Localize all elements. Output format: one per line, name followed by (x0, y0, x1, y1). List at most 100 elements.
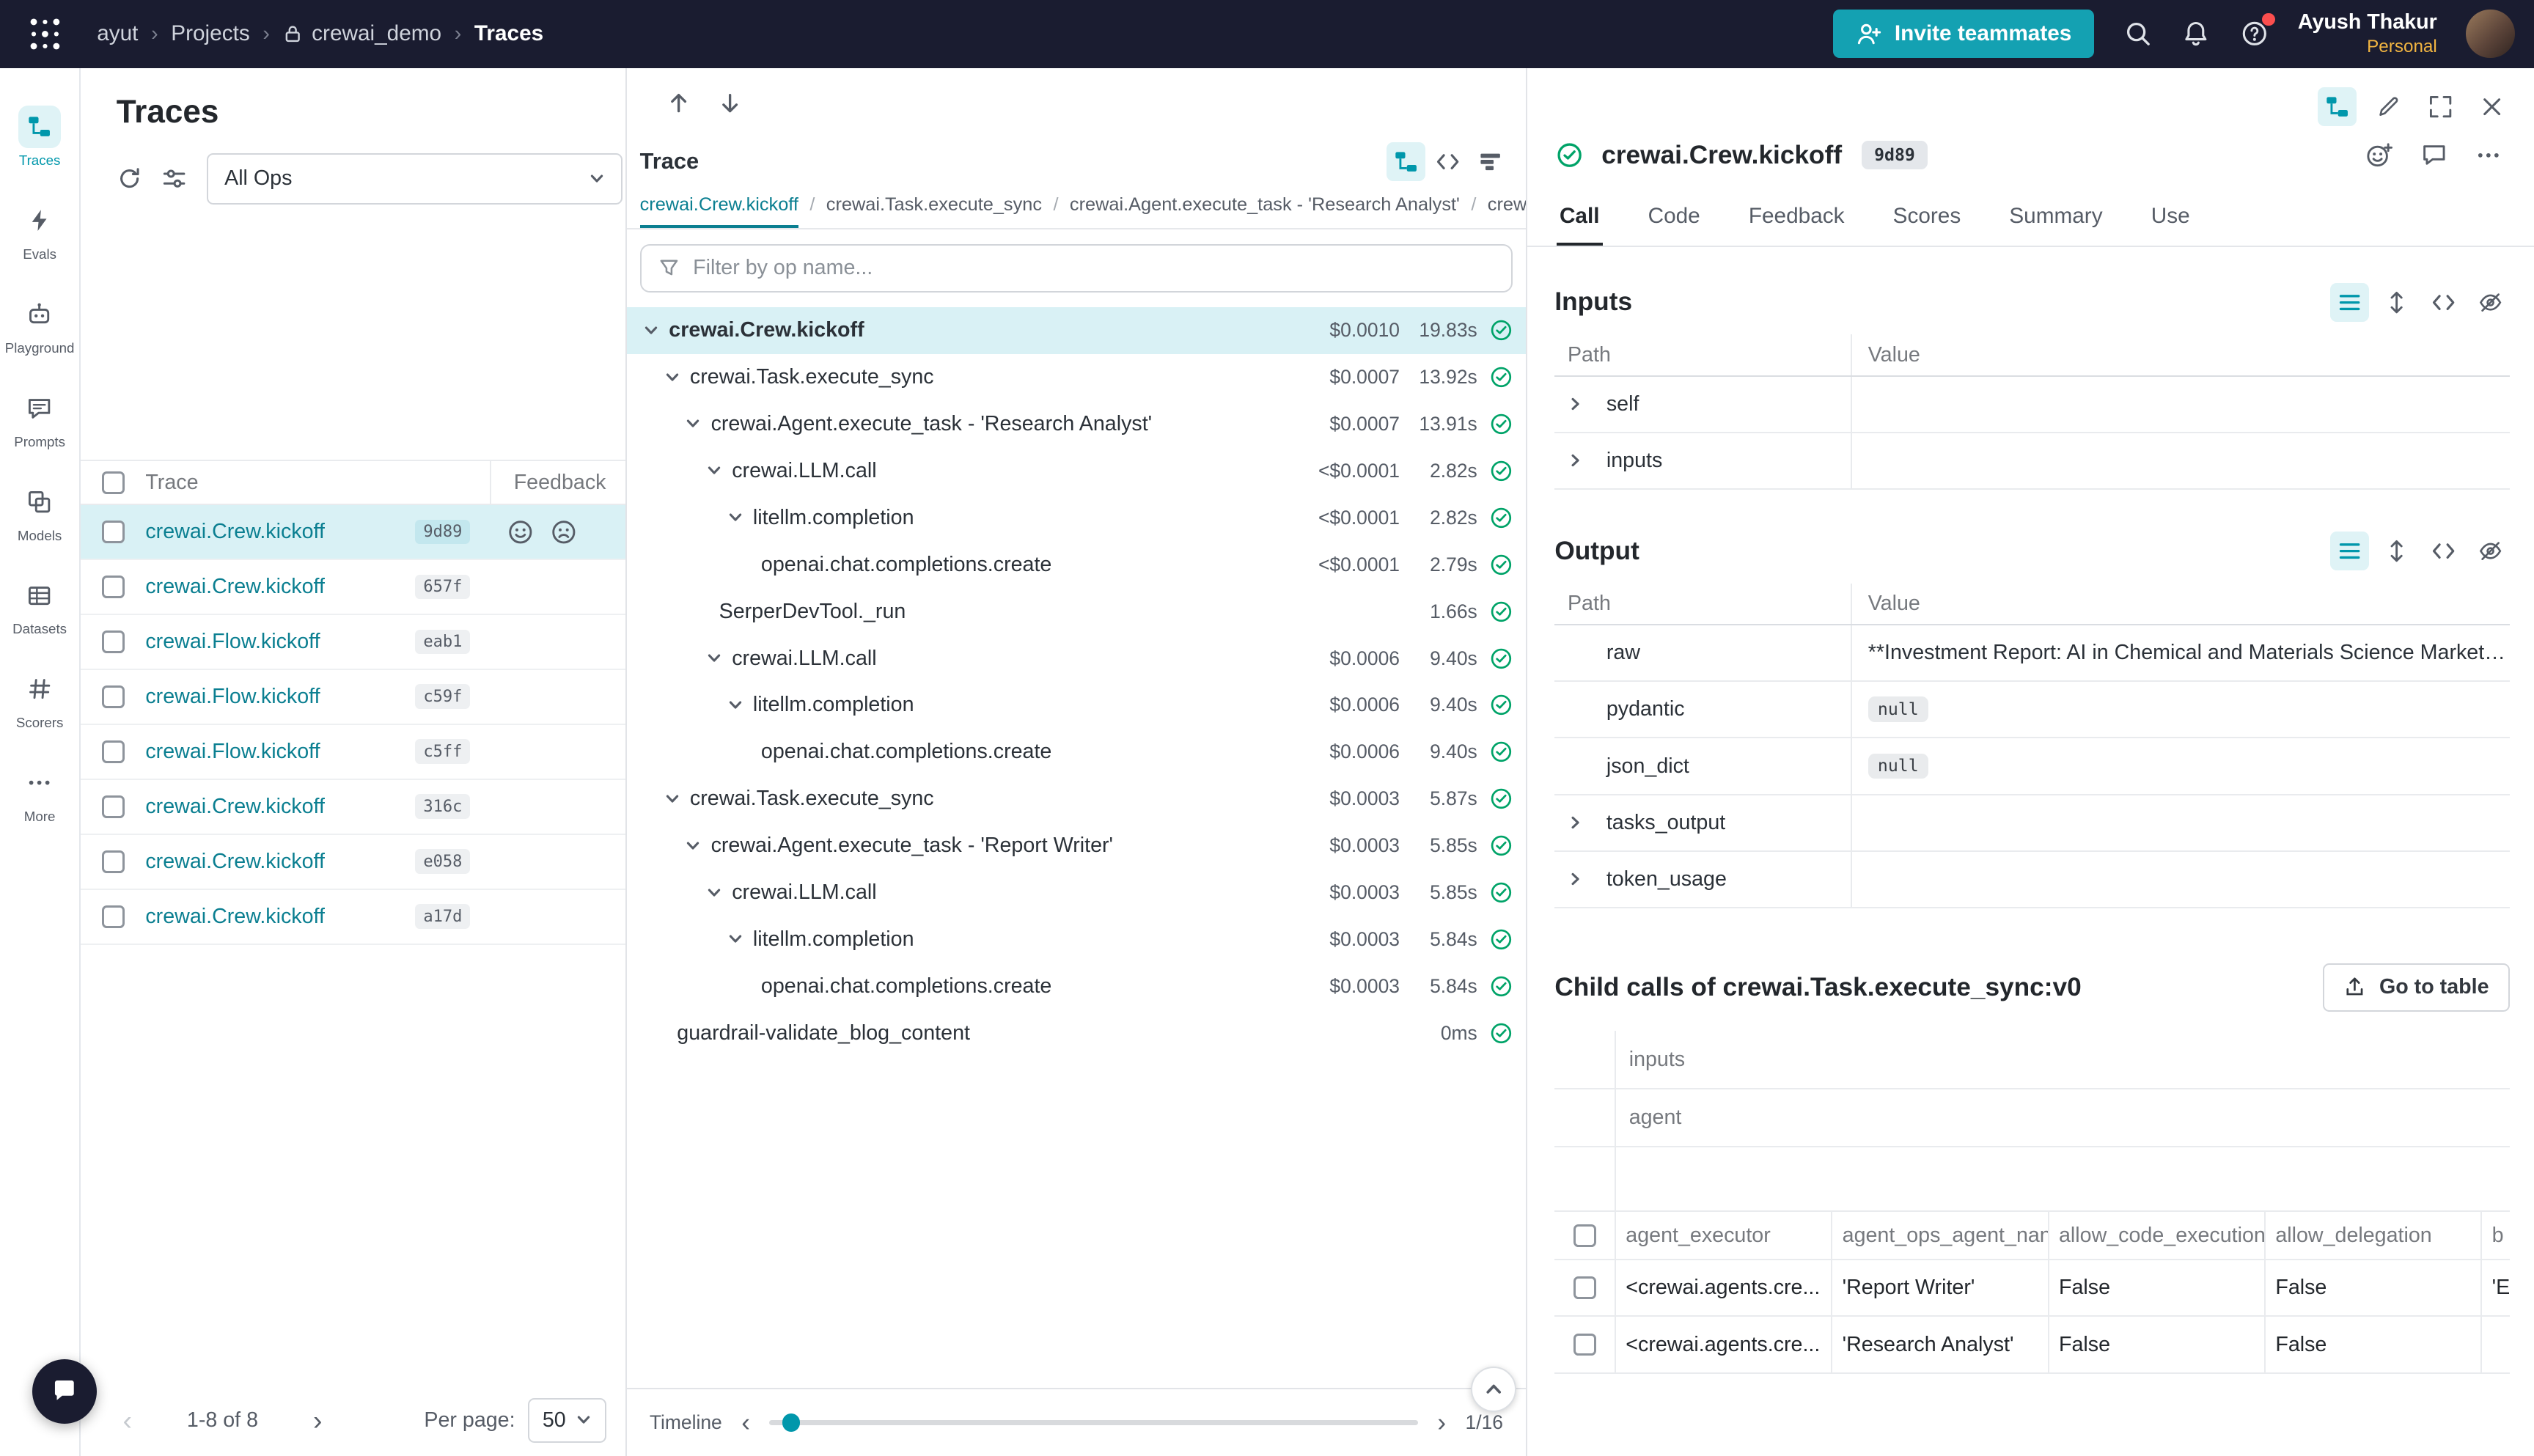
trace-tree-row[interactable]: litellm.completion <$0.0001 2.82s (627, 494, 1526, 541)
fullscreen-icon[interactable] (2421, 87, 2460, 126)
trace-tree-row[interactable]: openai.chat.completions.create $0.0006 9… (627, 729, 1526, 776)
detail-tab[interactable]: Call (1557, 191, 1603, 246)
select-all-checkbox[interactable] (1573, 1224, 1596, 1247)
prev-call-icon[interactable] (659, 84, 698, 123)
row-checkbox[interactable] (1573, 1334, 1596, 1356)
trace-tree-row[interactable]: crewai.Crew.kickoff $0.0010 19.83s (627, 307, 1526, 354)
output-row[interactable]: tasks_output (1554, 795, 2510, 852)
trace-tree-row[interactable]: guardrail-validate_blog_content 0ms (627, 1010, 1526, 1056)
trace-tree-row[interactable]: crewai.LLM.call <$0.0001 2.82s (627, 447, 1526, 494)
split-view-icon[interactable] (2318, 87, 2357, 126)
trace-name-link[interactable]: crewai.Crew.kickoff (145, 575, 415, 599)
trace-name-link[interactable]: crewai.Flow.kickoff (145, 740, 415, 764)
rail-item-traces[interactable]: Traces (2, 90, 76, 184)
trace-row[interactable]: crewai.Flow.kickoff c5ff (81, 725, 625, 780)
chevron-right-icon[interactable] (1568, 871, 1584, 887)
chevron-down-icon[interactable] (664, 369, 680, 386)
breadcrumb-traces[interactable]: Traces (474, 21, 543, 46)
breadcrumb-entity[interactable]: ayut (97, 21, 138, 46)
column-header[interactable]: allow_delegation (2266, 1212, 2482, 1259)
prev-page-icon[interactable]: ‹ (110, 1405, 145, 1436)
chevron-down-icon[interactable] (706, 650, 722, 666)
column-header[interactable]: b (2482, 1212, 2510, 1259)
edit-pencil-icon[interactable] (2369, 87, 2408, 126)
row-checkbox[interactable] (102, 630, 125, 653)
chevron-right-icon[interactable] (1568, 396, 1584, 412)
detail-tab[interactable]: Feedback (1745, 191, 1847, 246)
code-view-icon[interactable] (1429, 142, 1468, 181)
input-row[interactable]: self (1554, 377, 2510, 433)
add-reaction-icon[interactable] (2359, 136, 2398, 174)
code-view-icon[interactable] (2424, 532, 2463, 570)
ops-filter-select[interactable]: All Ops (207, 153, 623, 205)
row-checkbox[interactable] (1573, 1276, 1596, 1299)
timeline-slider[interactable] (769, 1420, 1418, 1425)
chevron-down-icon[interactable] (706, 463, 722, 479)
filter-settings-icon[interactable] (161, 166, 187, 191)
trace-tree-row[interactable]: openai.chat.completions.create <$0.0001 … (627, 541, 1526, 588)
close-icon[interactable] (2472, 87, 2511, 126)
expand-rows-icon[interactable] (2377, 532, 2416, 570)
list-view-icon[interactable] (2330, 532, 2369, 570)
trace-name-link[interactable]: crewai.Crew.kickoff (145, 905, 415, 929)
expand-rows-icon[interactable] (2377, 283, 2416, 322)
trace-row[interactable]: crewai.Crew.kickoff a17d (81, 890, 625, 945)
breadcrumb-projects[interactable]: Projects (171, 21, 249, 46)
comment-icon[interactable] (2414, 136, 2453, 174)
trace-breadcrumb-item[interactable]: crewai.Task.execute_sync (798, 184, 1042, 228)
code-view-icon[interactable] (2424, 283, 2463, 322)
trace-row[interactable]: crewai.Flow.kickoff eab1 (81, 615, 625, 670)
output-row[interactable]: json_dict null (1554, 738, 2510, 795)
trace-row[interactable]: crewai.Crew.kickoff 9d89 (81, 505, 625, 560)
tree-view-icon[interactable] (1387, 142, 1425, 181)
column-header[interactable]: agent_executor (1616, 1212, 1832, 1259)
op-filter-input[interactable] (693, 256, 1495, 280)
trace-tree-row[interactable]: litellm.completion $0.0003 5.84s (627, 916, 1526, 963)
hide-values-eye-icon[interactable] (2471, 532, 2510, 570)
breadcrumb-project[interactable]: crewai_demo (283, 21, 442, 46)
rail-item-more[interactable]: More (2, 746, 76, 840)
call-id-badge[interactable]: 9d89 (1862, 141, 1928, 169)
detail-tab[interactable]: Summary (2006, 191, 2106, 246)
trace-tree-row[interactable]: crewai.Task.execute_sync $0.0007 13.92s (627, 354, 1526, 401)
detail-tab[interactable]: Code (1645, 191, 1703, 246)
output-row[interactable]: raw **Investment Report: AI in Chemical … (1554, 625, 2510, 682)
list-view-icon[interactable] (2330, 283, 2369, 322)
chevron-right-icon[interactable] (1568, 815, 1584, 831)
trace-tree-row[interactable]: crewai.Agent.execute_task - 'Report Writ… (627, 823, 1526, 869)
chevron-down-icon[interactable] (685, 416, 701, 432)
row-checkbox[interactable] (102, 905, 125, 928)
child-call-row[interactable]: <crewai.agents.cre... 'Report Writer' Fa… (1554, 1260, 2510, 1317)
avatar[interactable] (2466, 10, 2514, 58)
row-checkbox[interactable] (102, 740, 125, 763)
chevron-right-icon[interactable] (1568, 452, 1584, 468)
chevron-down-icon[interactable] (706, 885, 722, 901)
rail-item-playground[interactable]: Playground (2, 278, 76, 372)
rail-item-datasets[interactable]: Datasets (2, 559, 76, 653)
trace-name-link[interactable]: crewai.Crew.kickoff (145, 850, 415, 874)
hide-values-eye-icon[interactable] (2471, 283, 2510, 322)
collapse-timeline-button[interactable] (1471, 1367, 1516, 1412)
chevron-down-icon[interactable] (727, 931, 743, 947)
user-menu[interactable]: Ayush Thakur Personal (2298, 10, 2437, 58)
output-row[interactable]: token_usage (1554, 852, 2510, 908)
row-checkbox[interactable] (102, 685, 125, 708)
chevron-down-icon[interactable] (643, 323, 659, 339)
rail-item-scorers[interactable]: Scorers (2, 652, 76, 746)
row-checkbox[interactable] (102, 521, 125, 543)
trace-tree-row[interactable]: crewai.LLM.call $0.0006 9.40s (627, 635, 1526, 682)
trace-breadcrumb-item[interactable]: crewai.LLM.cal (1460, 184, 1526, 228)
trace-tree-row[interactable]: SerperDevTool._run 1.66s (627, 588, 1526, 635)
trace-tree-row[interactable]: litellm.completion $0.0006 9.40s (627, 682, 1526, 729)
rail-item-evals[interactable]: Evals (2, 184, 76, 278)
trace-row[interactable]: crewai.Crew.kickoff 316c (81, 780, 625, 835)
rail-item-prompts[interactable]: Prompts (2, 372, 76, 466)
trace-tree-row[interactable]: openai.chat.completions.create $0.0003 5… (627, 963, 1526, 1010)
chevron-down-icon[interactable] (727, 510, 743, 526)
search-icon[interactable] (2123, 19, 2153, 48)
go-to-table-button[interactable]: Go to table (2323, 963, 2510, 1012)
rail-item-models[interactable]: Models (2, 466, 76, 559)
next-page-icon[interactable]: › (300, 1405, 335, 1436)
row-checkbox[interactable] (102, 795, 125, 818)
trace-tree-row[interactable]: crewai.Agent.execute_task - 'Research An… (627, 401, 1526, 448)
